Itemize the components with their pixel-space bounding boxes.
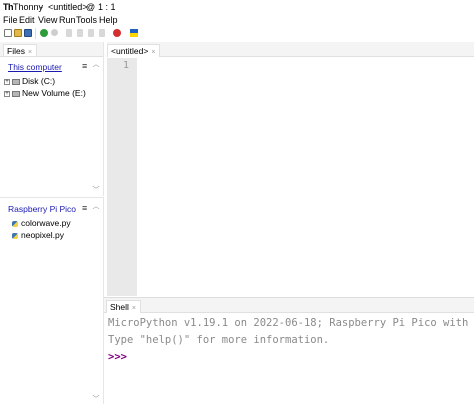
title-bar: Th Thonny - <untitled> @ 1 : 1 (0, 0, 474, 14)
pico-section-title[interactable]: Raspberry Pi Pico (8, 204, 76, 214)
expand-icon[interactable]: + (4, 78, 10, 85)
python-file-icon (12, 220, 18, 227)
window-title-app: Thonny (13, 2, 44, 12)
shell-help-line: Type "help()" for more information. (108, 334, 330, 346)
scroll-up-icon[interactable]: ︿ (92, 201, 100, 211)
pane-menu-icon[interactable]: ≡ (82, 61, 87, 71)
toolbar-separator (35, 28, 36, 39)
menu-file[interactable]: File (3, 15, 18, 25)
shell-console[interactable]: MicroPython v1.19.1 on 2022-06-18; Raspb… (104, 314, 474, 405)
scroll-down-icon[interactable]: ﹀ (92, 185, 100, 195)
line-number-gutter: 1 (107, 58, 137, 296)
tab-untitled-label: <untitled> (111, 46, 149, 56)
stop-icon[interactable] (113, 29, 121, 37)
menu-tools[interactable]: Tools (76, 15, 97, 25)
files-scrollbar[interactable]: ︿ ﹀ (92, 58, 100, 196)
drive-icon (12, 78, 20, 85)
this-computer-link[interactable]: This computer (8, 62, 62, 72)
tab-files[interactable]: Files × (3, 44, 38, 56)
menu-help[interactable]: Help (99, 15, 118, 25)
step-out-icon[interactable] (88, 29, 94, 37)
tab-shell-label: Shell (110, 302, 129, 312)
toolbar (0, 27, 474, 41)
python-file-icon (12, 232, 18, 239)
editor-area: <untitled> × 1 (107, 42, 474, 296)
file-item-label: colorwave.py (21, 218, 71, 228)
close-icon[interactable]: × (132, 305, 136, 312)
tree-item-volume-e[interactable]: + New Volume (E:) (4, 88, 86, 98)
resume-icon[interactable] (99, 29, 105, 37)
open-file-icon[interactable] (14, 29, 22, 37)
window-title-separator: - (40, 2, 43, 12)
close-icon[interactable]: × (151, 49, 155, 56)
shell-prompt: >>> (108, 351, 127, 363)
shell-tabbar: Shell × (104, 298, 474, 313)
tab-files-label: Files (7, 46, 25, 56)
cursor-position: 1 : 1 (98, 2, 116, 12)
tree-item-disk-c[interactable]: + Disk (C:) (4, 76, 55, 86)
editor-tabbar: <untitled> × (107, 42, 474, 57)
tab-untitled[interactable]: <untitled> × (107, 44, 161, 57)
pane-menu-icon[interactable]: ≡ (82, 203, 87, 213)
file-item-colorwave[interactable]: colorwave.py (12, 218, 71, 228)
shell-pane: Shell × MicroPython v1.19.1 on 2022-06-18… (104, 297, 474, 404)
debug-icon[interactable] (51, 29, 58, 36)
scroll-down-icon[interactable]: ﹀ (92, 394, 100, 404)
tree-item-label: New Volume (E:) (22, 88, 86, 98)
app-logo-icon: Th (3, 2, 14, 12)
pico-files-pane: Raspberry Pi Pico ≡ colorwave.py neopixe… (0, 197, 104, 404)
shell-banner-line: MicroPython v1.19.1 on 2022-06-18; Raspb… (108, 317, 474, 329)
window-title-document: <untitled> (48, 2, 88, 12)
menu-edit[interactable]: Edit (19, 15, 35, 25)
menu-bar: File Edit View Run Tools Help (0, 14, 474, 27)
save-icon[interactable] (24, 29, 32, 37)
tab-shell[interactable]: Shell × (106, 300, 141, 313)
files-pane: Files × This computer ≡ + Disk (C:) + New V… (0, 42, 104, 196)
code-editor[interactable] (138, 58, 474, 296)
drive-icon (12, 90, 20, 97)
scroll-up-icon[interactable]: ︿ (92, 59, 100, 69)
step-into-icon[interactable] (77, 29, 83, 37)
flag-icon-lower (130, 33, 138, 37)
expand-icon[interactable]: + (4, 90, 10, 97)
files-tabbar: Files × (0, 42, 103, 57)
tree-item-label: Disk (C:) (22, 76, 56, 86)
menu-run[interactable]: Run (59, 15, 76, 25)
window-title-at: @ (86, 2, 96, 12)
line-number: 1 (122, 60, 129, 71)
step-over-icon[interactable] (66, 29, 72, 37)
run-icon[interactable] (40, 29, 48, 37)
file-item-label: neopixel.py (21, 230, 65, 240)
pico-scrollbar[interactable]: ︿ ﹀ (92, 200, 100, 404)
menu-view[interactable]: View (38, 15, 57, 25)
file-item-neopixel[interactable]: neopixel.py (12, 230, 64, 240)
new-file-icon[interactable] (4, 29, 12, 37)
close-icon[interactable]: × (28, 49, 32, 56)
